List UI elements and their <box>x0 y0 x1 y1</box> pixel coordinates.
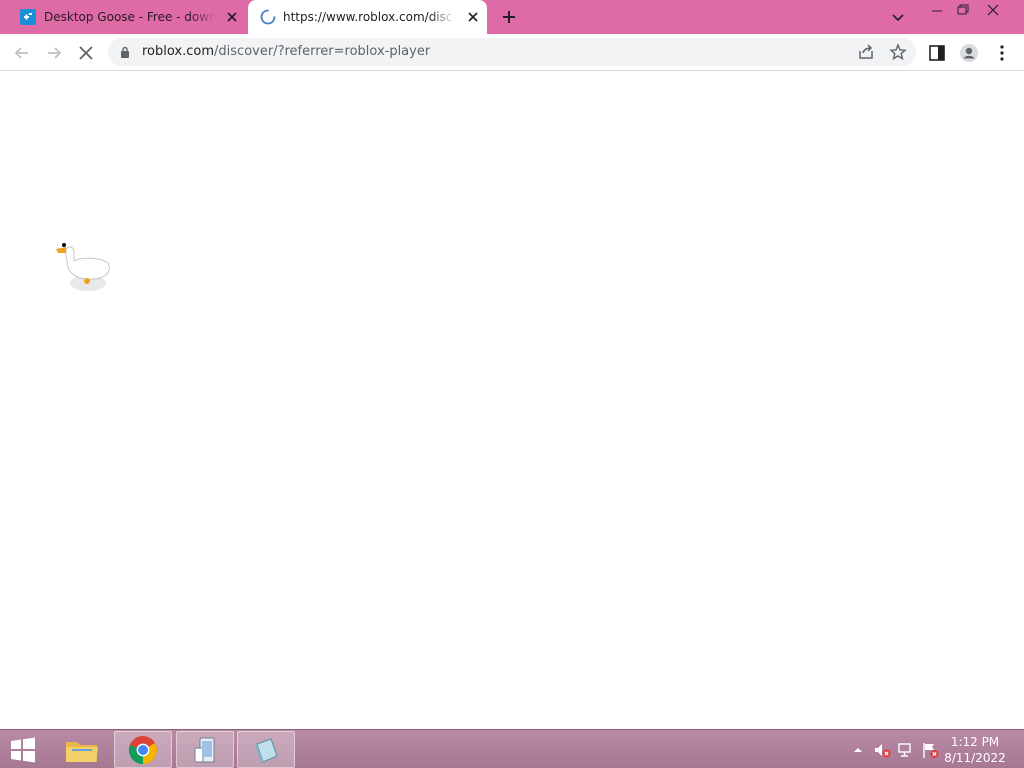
close-tab-icon[interactable] <box>224 9 240 25</box>
restore-icon[interactable] <box>947 0 977 20</box>
browser-toolbar: roblox.com/discover/?referrer=roblox-pla… <box>0 34 1024 71</box>
show-hidden-icons-chevron-icon[interactable] <box>849 741 867 759</box>
url-host: roblox.com <box>142 44 215 59</box>
profile-avatar-icon[interactable] <box>959 43 979 63</box>
network-icon[interactable] <box>897 741 915 759</box>
kebab-menu-icon[interactable] <box>992 43 1012 63</box>
bookmark-star-icon[interactable] <box>889 43 907 61</box>
goose-icon[interactable] <box>50 235 114 299</box>
plus-icon[interactable] <box>500 8 518 26</box>
folder-icon <box>66 742 98 762</box>
clock-date: 8/11/2022 <box>944 751 1006 765</box>
loading-spinner-icon <box>260 9 276 25</box>
url-text: roblox.com/discover/?referrer=roblox-pla… <box>142 44 430 60</box>
stop-loading-icon[interactable] <box>76 43 96 63</box>
tab-title: Desktop Goose - Free - downloa <box>44 10 216 24</box>
side-panel-icon[interactable] <box>927 43 947 63</box>
desktop-goose-favicon <box>20 9 36 25</box>
chrome-icon <box>128 736 157 764</box>
lock-icon[interactable] <box>120 46 130 58</box>
tab-strip: Desktop Goose - Free - downloa https://w… <box>0 0 1024 34</box>
windows-taskbar: 1:12 PM 8/11/2022 <box>0 729 1024 768</box>
action-center-flag-icon[interactable] <box>921 741 939 759</box>
taskbar-file-explorer[interactable] <box>53 731 111 768</box>
device-icon <box>194 737 215 763</box>
back-arrow-icon[interactable] <box>12 43 32 63</box>
notepad-icon <box>255 738 278 763</box>
tab-desktop-goose[interactable]: Desktop Goose - Free - downloa <box>8 0 246 34</box>
taskbar-app-3[interactable] <box>176 731 234 768</box>
address-bar[interactable]: roblox.com/discover/?referrer=roblox-pla… <box>108 38 916 66</box>
taskbar-app-4[interactable] <box>237 731 295 768</box>
url-path: /discover/?referrer=roblox-player <box>214 44 431 59</box>
close-window-icon[interactable] <box>978 0 1008 20</box>
taskbar-chrome[interactable] <box>114 731 172 768</box>
tab-title: https://www.roblox.com/discove <box>283 10 455 24</box>
close-tab-icon[interactable] <box>465 9 481 25</box>
page-content <box>0 71 1024 729</box>
chevron-down-icon[interactable] <box>890 9 906 25</box>
windows-start-icon[interactable] <box>6 736 40 764</box>
forward-arrow-icon[interactable] <box>44 43 64 63</box>
system-clock[interactable]: 1:12 PM 8/11/2022 <box>940 734 1010 766</box>
tab-roblox-discover[interactable]: https://www.roblox.com/discove <box>248 0 487 34</box>
share-icon[interactable] <box>857 43 875 61</box>
clock-time: 1:12 PM <box>950 735 1000 749</box>
volume-muted-icon[interactable] <box>873 741 891 759</box>
